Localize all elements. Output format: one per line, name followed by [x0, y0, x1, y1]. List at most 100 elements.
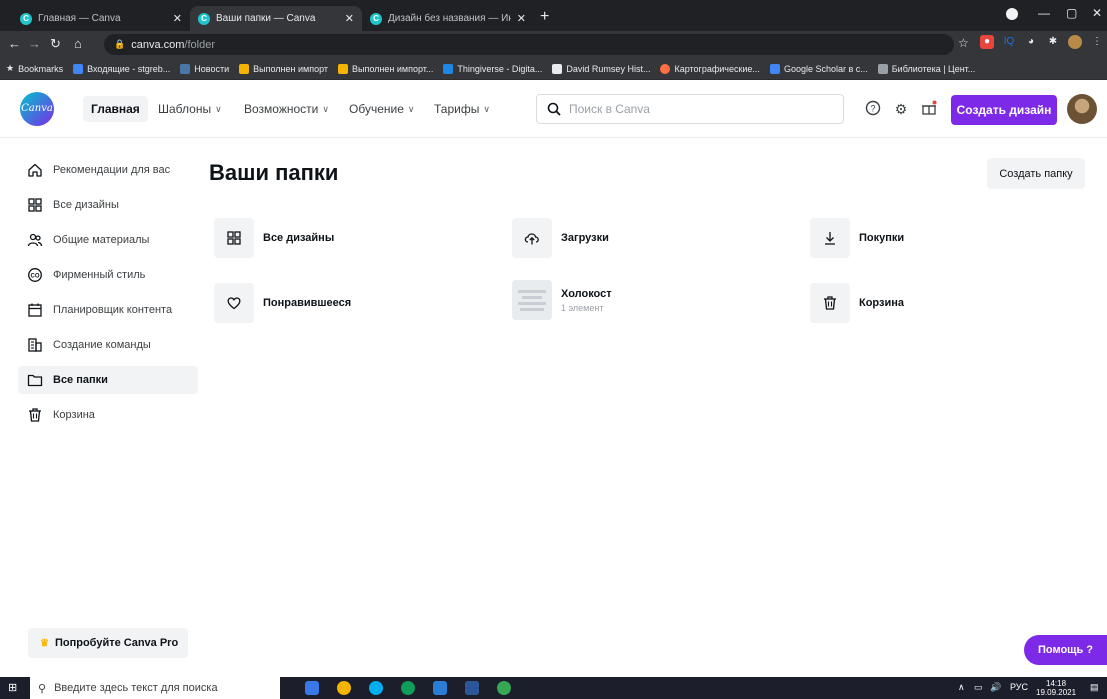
close-tab-icon[interactable]: ✕ [517, 12, 526, 25]
sidebar-item-label: Корзина [53, 409, 95, 421]
save-app-icon[interactable] [433, 681, 447, 695]
profile-icon[interactable] [1006, 8, 1018, 20]
bookmark-item[interactable]: Новости [180, 63, 229, 74]
bookmark-item[interactable]: Thingiverse - Digita... [443, 63, 542, 74]
extension-icon[interactable]: ◕ [1024, 35, 1038, 49]
team-icon [27, 337, 43, 353]
folder-thumbnail [512, 280, 552, 320]
skype-icon[interactable] [369, 681, 383, 695]
tab-title: Главная — Canva [38, 13, 121, 24]
folder-name: Покупки [859, 232, 905, 244]
reload-icon[interactable]: ↻ [50, 36, 61, 52]
notification-icon[interactable]: ▤ [1090, 682, 1099, 693]
bookmark-item[interactable]: Библиотека | Цент... [877, 63, 975, 74]
url-host: canva.com [131, 38, 185, 51]
close-window-icon[interactable]: ✕ [1092, 6, 1102, 20]
tray-chevron-icon[interactable]: ∧ [958, 682, 965, 693]
word-icon[interactable] [465, 681, 479, 695]
browser-tab-active[interactable]: C Ваши папки — Canva ✕ [190, 6, 362, 31]
folder-trash[interactable]: Корзина [810, 283, 904, 323]
language-indicator[interactable]: РУС [1010, 682, 1028, 692]
sidebar-item-team[interactable]: Создание команды [18, 331, 198, 359]
browser-toolbar: ← → ↻ ⌂ 🔒 canva.com/folder ☆ [0, 31, 1107, 58]
chevron-down-icon: ∨ [407, 103, 415, 114]
bookmark-item[interactable]: Выполнен импорт [239, 63, 328, 74]
bookmark-item[interactable]: Google Scholar в с... [769, 63, 868, 74]
sidebar-item-label: Фирменный стиль [53, 269, 146, 281]
forward-icon[interactable]: → [28, 36, 41, 51]
bookmark-item[interactable]: Выполнен импорт... [338, 63, 433, 74]
canva-favicon-icon: C [370, 12, 382, 25]
canva-favicon-icon: C [20, 12, 32, 25]
sidebar-item-planner[interactable]: Планировщик контента [18, 296, 198, 324]
folder-all-designs[interactable]: Все дизайны [214, 218, 334, 258]
search-input[interactable] [569, 102, 819, 116]
new-tab-icon[interactable]: + [540, 8, 549, 26]
bookmark-star-icon[interactable]: ☆ [958, 36, 969, 50]
browser-tab[interactable]: C Дизайн без названия — Инфогр ✕ [362, 6, 534, 31]
home-icon [27, 162, 43, 178]
crown-icon: ♛ [40, 637, 49, 649]
create-folder-button[interactable]: Создать папку [987, 158, 1085, 189]
folder-uploads[interactable]: Загрузки [512, 218, 609, 258]
nav-pricing[interactable]: Тарифы ∨ [426, 96, 498, 122]
bookmark-item[interactable]: ★ Bookmarks [6, 63, 63, 74]
menu-dots-icon[interactable]: ⋮ [1090, 35, 1104, 49]
nav-learn[interactable]: Обучение ∨ [341, 96, 422, 122]
sidebar-item-all-designs[interactable]: Все дизайны [18, 191, 198, 219]
extension-icon[interactable]: IQ [1002, 35, 1016, 49]
browser-tab[interactable]: C Главная — Canva ✕ [12, 6, 190, 31]
sidebar-item-label: Планировщик контента [53, 304, 173, 316]
network-icon[interactable]: ▭ [974, 682, 983, 693]
nav-templates[interactable]: Шаблоны ∨ [150, 96, 230, 122]
folder-holocaust[interactable]: Холокост 1 элемент [512, 280, 612, 320]
minimize-icon[interactable]: — [1038, 6, 1050, 20]
sidebar-item-all-folders[interactable]: Все папки [18, 366, 198, 394]
back-icon[interactable]: ← [8, 36, 21, 51]
taskbar-search[interactable]: ⚲ Введите здесь текст для поиска [30, 677, 280, 699]
bookmark-item[interactable]: David Rumsey Hist... [552, 63, 650, 74]
windows-start-icon[interactable]: ⊞ [8, 682, 20, 694]
bookmark-item[interactable]: Картографические... [660, 63, 760, 74]
nav-home[interactable]: Главная [83, 96, 148, 122]
address-bar[interactable]: 🔒 canva.com/folder [104, 34, 954, 55]
gift-icon[interactable] [920, 100, 938, 118]
avatar[interactable] [1067, 94, 1097, 124]
bookmark-item[interactable]: Входящие - stgreb... [73, 63, 170, 74]
folder-purchases[interactable]: Покупки [810, 218, 904, 258]
try-canva-pro-button[interactable]: ♛ Попробуйте Canva Pro [28, 628, 188, 658]
puzzle-icon[interactable]: ✱ [1046, 35, 1060, 49]
calendar-icon [27, 302, 43, 318]
sidebar-item-label: Общие материалы [53, 234, 150, 246]
chrome-active-icon[interactable] [497, 681, 511, 695]
close-tab-icon[interactable]: ✕ [345, 12, 354, 25]
chrome-icon[interactable] [337, 681, 351, 695]
system-clock[interactable]: 14:18 19.09.2021 [1036, 679, 1076, 697]
extension-icon[interactable]: ● [980, 35, 994, 49]
sidebar-item-shared[interactable]: Общие материалы [18, 226, 198, 254]
home-icon[interactable]: ⌂ [74, 36, 82, 51]
settings-gear-icon[interactable]: ⚙ [892, 100, 910, 118]
tab-title: Дизайн без названия — Инфогр [388, 13, 511, 24]
folder-liked[interactable]: Понравившееся [214, 283, 351, 323]
maximize-icon[interactable]: ▢ [1066, 6, 1077, 20]
nav-features[interactable]: Возможности ∨ [236, 96, 337, 122]
library-icon [877, 63, 888, 74]
create-design-button[interactable]: Создать дизайн [951, 95, 1057, 125]
map-icon [660, 63, 671, 74]
profile-avatar-icon[interactable] [1068, 35, 1082, 49]
close-tab-icon[interactable]: ✕ [173, 12, 182, 25]
canva-logo[interactable]: Canva [20, 92, 54, 126]
file-explorer-icon[interactable] [305, 681, 319, 695]
trash-icon [810, 283, 850, 323]
search-box[interactable] [536, 94, 844, 124]
help-button[interactable]: Помощь ? [1024, 635, 1107, 665]
sidebar-item-trash[interactable]: Корзина [18, 401, 198, 429]
sidebar-item-brand[interactable]: CO Фирменный стиль [18, 261, 198, 289]
heart-icon [214, 283, 254, 323]
folder-name: Корзина [859, 297, 904, 309]
edge-icon[interactable] [401, 681, 415, 695]
volume-icon[interactable]: 🔊 [990, 682, 1001, 693]
sidebar-item-recommended[interactable]: Рекомендации для вас [18, 156, 198, 184]
help-icon[interactable]: ? [864, 100, 882, 118]
